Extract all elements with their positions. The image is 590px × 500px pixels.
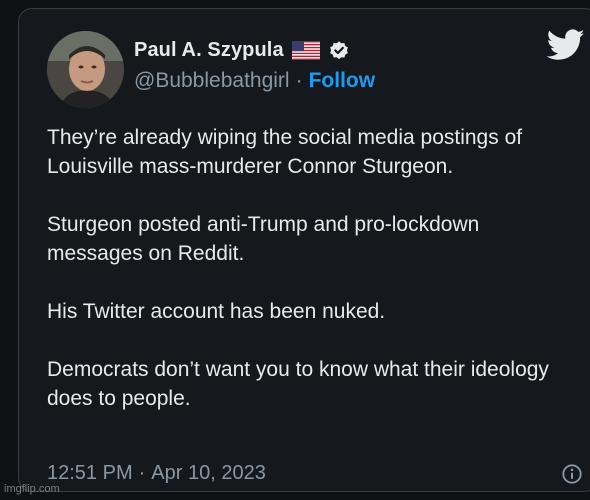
watermark: imgflip.com (4, 483, 60, 495)
tweet-time: 12:51 PM (47, 462, 133, 484)
tweet-card: Paul A. Szypula @Bubblebathgirl · Follow… (18, 8, 590, 492)
tweet-text: They’re already wiping the social media … (47, 123, 577, 413)
avatar[interactable] (47, 31, 124, 108)
tweet-timestamp[interactable]: 12:51 PM · Apr 10, 2023 (47, 462, 266, 485)
separator-dot: · (295, 69, 303, 92)
author-handle[interactable]: @Bubblebathgirl (134, 69, 290, 93)
tweet-paragraph: Democrats don’t want you to know what th… (47, 358, 549, 410)
tweet-date: Apr 10, 2023 (151, 462, 266, 484)
tweet-paragraph: Sturgeon posted anti-Trump and pro-lockd… (47, 213, 480, 265)
verified-badge-icon (328, 40, 350, 62)
follow-button[interactable]: Follow (309, 69, 376, 93)
author-row: Paul A. Szypula (134, 39, 350, 62)
info-icon[interactable] (561, 463, 583, 485)
avatar-photo (47, 31, 124, 108)
twitter-bird-icon[interactable] (546, 29, 585, 61)
tweet-paragraph: They’re already wiping the social media … (47, 126, 523, 178)
handle-row: @Bubblebathgirl · Follow (134, 69, 375, 93)
tweet-paragraph: His Twitter account has been nuked. (47, 300, 386, 323)
author-name[interactable]: Paul A. Szypula (134, 39, 284, 62)
screenshot: Paul A. Szypula @Bubblebathgirl · Follow… (0, 0, 590, 500)
us-flag-icon (291, 41, 320, 60)
separator-dot: · (138, 462, 146, 484)
